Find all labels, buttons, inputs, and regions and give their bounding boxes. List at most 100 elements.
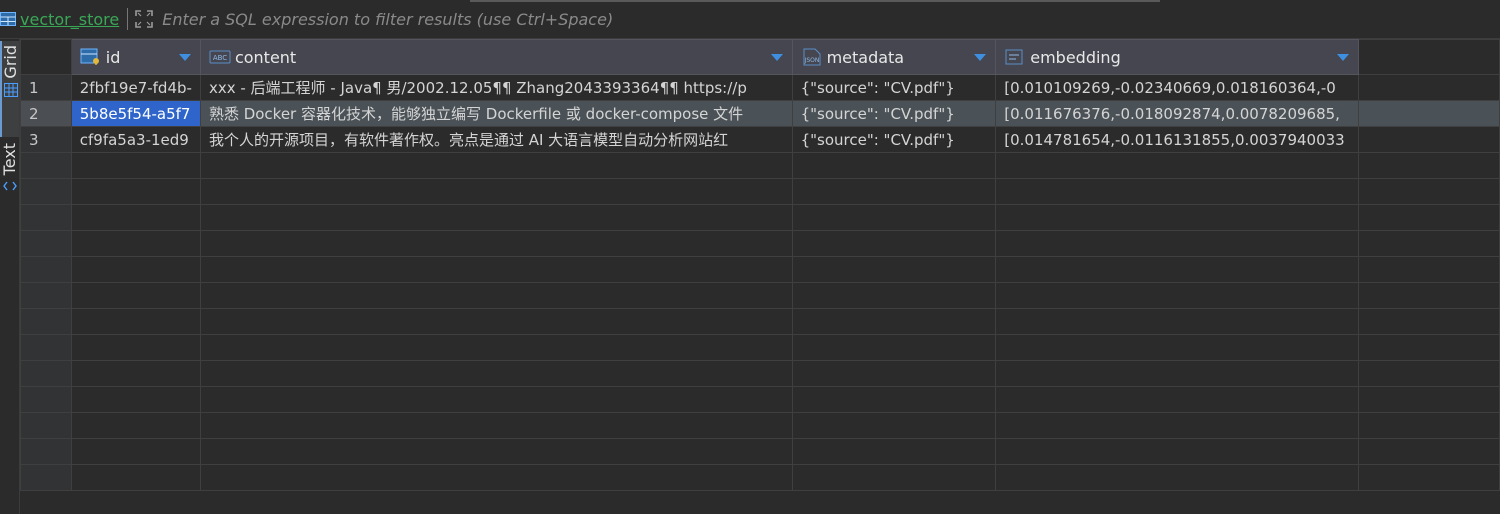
- table-row[interactable]: 3 cf9fa5a3-1ed9 我个人的开源项目，有软件著作权。亮点是通过 AI…: [20, 126, 1500, 153]
- empty-cell: [995, 282, 1360, 309]
- expand-icon[interactable]: [134, 9, 154, 29]
- cell-content[interactable]: 我个人的开源项目，有软件著作权。亮点是通过 AI 大语言模型自动分析网站红: [199, 126, 793, 153]
- empty-cell: [199, 204, 793, 231]
- empty-row-number: [20, 282, 72, 309]
- chevron-down-icon[interactable]: [770, 52, 784, 62]
- filter-bar: vector_store: [0, 0, 1500, 39]
- row-gutter: [1358, 100, 1500, 127]
- grid-icon: [3, 82, 18, 97]
- empty-cell: [995, 386, 1360, 413]
- empty-cell: [1358, 178, 1500, 205]
- empty-row-number: [20, 204, 72, 231]
- header-gutter: [1358, 39, 1500, 75]
- empty-cell: [70, 386, 201, 413]
- empty-cell: [199, 152, 793, 179]
- empty-cell: [1358, 412, 1500, 439]
- tab-text-label: Text: [0, 143, 19, 176]
- vector-type-icon: [1005, 49, 1023, 65]
- column-header-embedding[interactable]: embedding: [995, 39, 1360, 75]
- empty-row: [20, 230, 1500, 257]
- empty-cell: [995, 230, 1360, 257]
- empty-cell: [199, 438, 793, 465]
- empty-cell: [70, 152, 201, 179]
- empty-cell: [199, 334, 793, 361]
- column-header-id[interactable]: id: [70, 39, 201, 75]
- tab-text[interactable]: Text: [0, 139, 19, 219]
- chevron-down-icon[interactable]: [178, 52, 192, 62]
- cell-id[interactable]: 2fbf19e7-fd4b-: [70, 74, 201, 101]
- table-row[interactable]: 1 2fbf19e7-fd4b- xxx - 后端工程师 - Java¶ 男/2…: [20, 74, 1500, 101]
- result-table: id ABC content JSON metadata embedding 1…: [20, 39, 1500, 491]
- empty-row: [20, 308, 1500, 335]
- empty-cell: [199, 256, 793, 283]
- cell-id[interactable]: cf9fa5a3-1ed9: [70, 126, 201, 153]
- cell-metadata[interactable]: {"source": "CV.pdf"}: [791, 100, 997, 127]
- empty-cell: [791, 204, 997, 231]
- empty-cell: [995, 438, 1360, 465]
- empty-cell: [791, 386, 997, 413]
- cell-metadata[interactable]: {"source": "CV.pdf"}: [791, 126, 997, 153]
- empty-cell: [70, 412, 201, 439]
- empty-cell: [995, 412, 1360, 439]
- table-name-link[interactable]: vector_store: [20, 10, 119, 29]
- empty-row: [20, 464, 1500, 491]
- row-number[interactable]: 1: [20, 74, 72, 101]
- empty-row: [20, 412, 1500, 439]
- toolbar-top-divider: [470, 0, 1160, 2]
- header-row: id ABC content JSON metadata embedding: [20, 39, 1500, 75]
- empty-cell: [791, 152, 997, 179]
- empty-cell: [70, 438, 201, 465]
- empty-row-number: [20, 412, 72, 439]
- cell-embedding[interactable]: [0.011676376,-0.018092874,0.0078209685,: [995, 100, 1360, 127]
- empty-row: [20, 282, 1500, 309]
- empty-cell: [70, 230, 201, 257]
- table-tag[interactable]: vector_store: [0, 0, 119, 38]
- empty-row-number: [20, 438, 72, 465]
- cell-id[interactable]: 5b8e5f54-a5f7: [70, 100, 201, 127]
- cell-metadata[interactable]: {"source": "CV.pdf"}: [791, 74, 997, 101]
- empty-cell: [995, 308, 1360, 335]
- empty-cell: [1358, 334, 1500, 361]
- cell-embedding[interactable]: [0.010109269,-0.02340669,0.018160364,-0: [995, 74, 1360, 101]
- empty-row-number: [20, 386, 72, 413]
- empty-cell: [70, 308, 201, 335]
- empty-cell: [1358, 152, 1500, 179]
- chevron-down-icon[interactable]: [1336, 52, 1350, 62]
- empty-cell: [70, 178, 201, 205]
- cell-content[interactable]: 熟悉 Docker 容器化技术，能够独立编写 Dockerfile 或 dock…: [199, 100, 793, 127]
- empty-cell: [1358, 386, 1500, 413]
- table-row[interactable]: 2 5b8e5f54-a5f7 熟悉 Docker 容器化技术，能够独立编写 D…: [20, 100, 1500, 127]
- empty-row: [20, 256, 1500, 283]
- column-header-metadata[interactable]: JSON metadata: [791, 39, 997, 75]
- column-header-label: embedding: [1030, 47, 1121, 67]
- row-number[interactable]: 2: [20, 100, 72, 127]
- empty-row-number: [20, 152, 72, 179]
- empty-cell: [1358, 282, 1500, 309]
- view-mode-strip: Grid Text: [0, 39, 20, 514]
- empty-cell: [199, 412, 793, 439]
- chevron-down-icon[interactable]: [973, 52, 987, 62]
- row-number-header: [20, 39, 72, 75]
- toolbar-separator: [127, 8, 129, 30]
- empty-cell: [995, 152, 1360, 179]
- empty-row: [20, 204, 1500, 231]
- sql-filter-input[interactable]: [160, 3, 1500, 35]
- empty-row: [20, 178, 1500, 205]
- empty-row: [20, 360, 1500, 387]
- column-header-content[interactable]: ABC content: [199, 39, 793, 75]
- tab-grid[interactable]: Grid: [0, 41, 20, 137]
- empty-cell: [995, 204, 1360, 231]
- empty-cell: [995, 256, 1360, 283]
- column-header-label: metadata: [826, 47, 905, 67]
- empty-cell: [1358, 256, 1500, 283]
- empty-row-number: [20, 360, 72, 387]
- empty-cell: [995, 360, 1360, 387]
- json-type-icon: JSON: [803, 48, 821, 66]
- result-grid: id ABC content JSON metadata embedding 1…: [20, 39, 1500, 514]
- row-number[interactable]: 3: [20, 126, 72, 153]
- cell-content[interactable]: xxx - 后端工程师 - Java¶ 男/2002.12.05¶¶ Zhang…: [199, 74, 793, 101]
- empty-cell: [199, 308, 793, 335]
- cell-embedding[interactable]: [0.014781654,-0.0116131855,0.0037940033: [995, 126, 1360, 153]
- empty-cell: [995, 178, 1360, 205]
- empty-cell: [791, 360, 997, 387]
